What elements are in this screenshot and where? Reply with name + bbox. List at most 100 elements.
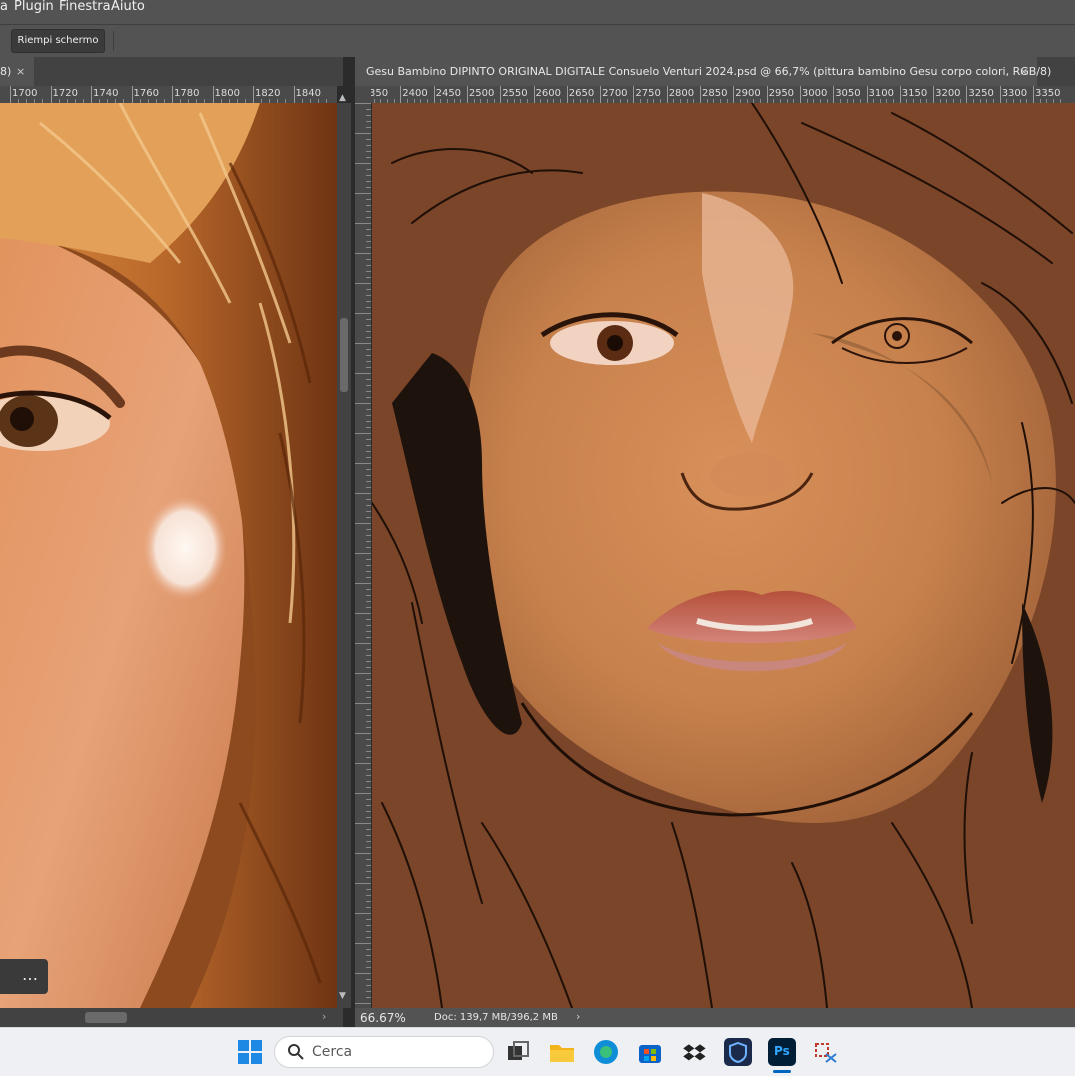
left-horizontal-scrollbar[interactable]: › — [0, 1008, 343, 1027]
windows-taskbar: Cerca Ps — [0, 1027, 1075, 1076]
ruler-minor-tick — [366, 505, 371, 506]
ruler-label: 3100 — [868, 88, 894, 99]
ruler-tick — [999, 86, 1001, 103]
ruler-label: 350 — [371, 88, 389, 99]
ruler-minor-tick — [355, 703, 371, 704]
left-doc-tabbar: 8) × — [0, 57, 343, 86]
ruler-minor-tick — [366, 769, 371, 770]
ruler-minor-tick — [355, 673, 371, 674]
menu-item-window[interactable]: Finestra — [59, 0, 111, 24]
ruler-minor-tick — [366, 307, 371, 308]
ruler-tick — [799, 86, 801, 103]
doc-info: Doc: 139,7 MB/396,2 MB — [434, 1012, 558, 1023]
left-hscroll-thumb[interactable] — [85, 1012, 127, 1023]
ruler-label: 1800 — [214, 88, 240, 99]
more-icon[interactable]: … — [22, 965, 38, 984]
microsoft-store-icon[interactable] — [636, 1038, 664, 1066]
app-shield-icon[interactable] — [724, 1038, 752, 1066]
file-explorer-icon[interactable] — [548, 1038, 576, 1066]
ruler-minor-tick — [366, 361, 371, 362]
ruler-minor-tick — [366, 961, 371, 962]
ruler-minor-tick — [355, 523, 371, 524]
ruler-minor-tick — [366, 979, 371, 980]
ruler-minor-tick — [366, 259, 371, 260]
photoshop-icon[interactable]: Ps — [768, 1038, 796, 1066]
ruler-tick — [533, 86, 535, 103]
task-view-icon[interactable] — [504, 1038, 532, 1066]
ruler-minor-tick — [366, 661, 371, 662]
scroll-right-icon[interactable]: › — [322, 1010, 326, 1023]
ruler-minor-tick — [366, 487, 371, 488]
close-icon[interactable]: × — [1019, 57, 1028, 86]
ruler-label: 2850 — [702, 88, 728, 99]
ruler-tick — [400, 86, 402, 103]
dropbox-icon[interactable] — [680, 1038, 708, 1066]
ruler-label: 1780 — [174, 88, 200, 99]
ruler-minor-tick — [366, 295, 371, 296]
right-doc-tab[interactable]: Gesu Bambino DIPINTO ORIGINAL DIGITALE C… — [355, 57, 1051, 86]
ruler-minor-tick — [366, 601, 371, 602]
ruler-minor-tick — [366, 637, 371, 638]
ruler-minor-tick — [355, 133, 371, 134]
ruler-minor-tick — [366, 319, 371, 320]
scroll-down-icon[interactable]: ▼ — [339, 991, 346, 1001]
left-reference-canvas[interactable] — [0, 103, 337, 1008]
ruler-minor-tick — [355, 463, 371, 464]
left-doc-tab[interactable]: 8) × — [0, 57, 34, 86]
ruler-tick — [433, 86, 435, 103]
right-painting-canvas[interactable] — [372, 103, 1075, 1008]
scroll-up-icon[interactable]: ▲ — [339, 93, 346, 103]
ruler-tick — [833, 86, 835, 103]
ruler-tick — [131, 86, 133, 103]
ruler-minor-tick — [366, 271, 371, 272]
ruler-minor-tick — [366, 157, 371, 158]
edge-browser-icon[interactable] — [592, 1038, 620, 1066]
ruler-minor-tick — [366, 739, 371, 740]
ruler-tick — [933, 86, 935, 103]
right-horizontal-ruler: 350 2400 2450 2500 2550 2600 2650 2700 2750 2800 2… — [371, 86, 1075, 104]
ruler-label: 2750 — [635, 88, 661, 99]
ruler-minor-tick — [366, 235, 371, 236]
ruler-minor-tick — [366, 817, 371, 818]
ruler-minor-tick — [355, 1003, 371, 1004]
left-vertical-scrollbar[interactable]: ▲ ▼ — [337, 93, 351, 1008]
ruler-label: 2650 — [568, 88, 595, 99]
ruler-minor-tick — [366, 937, 371, 938]
windows-start-icon[interactable] — [236, 1038, 264, 1066]
ruler-minor-tick — [366, 787, 371, 788]
ruler-minor-tick — [366, 547, 371, 548]
ruler-label: 3250 — [968, 88, 994, 99]
ruler-label: 3000 — [801, 88, 828, 99]
ruler-tick — [10, 86, 11, 103]
ruler-minor-tick — [366, 655, 371, 656]
menu-item-partial[interactable]: a — [0, 0, 8, 24]
ruler-minor-tick — [366, 457, 371, 458]
ruler-minor-tick — [366, 619, 371, 620]
left-scroll-thumb[interactable] — [340, 318, 348, 392]
ruler-tick — [633, 86, 635, 103]
fill-screen-button[interactable]: Riempi schermo — [11, 29, 105, 53]
right-doc-tab-title: Gesu Bambino DIPINTO ORIGINAL DIGITALE C… — [366, 65, 1052, 78]
photoshop-label: Ps — [774, 1044, 790, 1058]
ruler-label: 2600 — [535, 88, 561, 99]
close-icon[interactable]: × — [16, 57, 25, 86]
ruler-label: 1740 — [93, 88, 119, 99]
status-menu-arrow[interactable]: › — [576, 1010, 580, 1023]
ruler-minor-tick — [355, 343, 371, 344]
ruler-minor-tick — [366, 679, 371, 680]
ruler-tick — [1033, 86, 1034, 103]
taskbar-search[interactable]: Cerca — [274, 1036, 494, 1068]
ruler-minor-tick — [366, 607, 371, 608]
ruler-label: 2500 — [468, 88, 495, 99]
zoom-level[interactable]: 66.67% — [360, 1011, 406, 1025]
menu-item-help[interactable]: Aiuto — [111, 0, 145, 24]
ruler-tick — [500, 86, 502, 103]
menu-item-plugin[interactable]: Plugin — [14, 0, 54, 24]
ruler-minor-tick — [366, 175, 371, 176]
snipping-tool-icon[interactable] — [812, 1038, 840, 1066]
ruler-minor-tick — [355, 553, 371, 554]
ruler-minor-tick — [355, 943, 371, 944]
ruler-minor-tick — [366, 727, 371, 728]
ruler-minor-tick — [366, 565, 371, 566]
ruler-minor-tick — [366, 907, 371, 908]
